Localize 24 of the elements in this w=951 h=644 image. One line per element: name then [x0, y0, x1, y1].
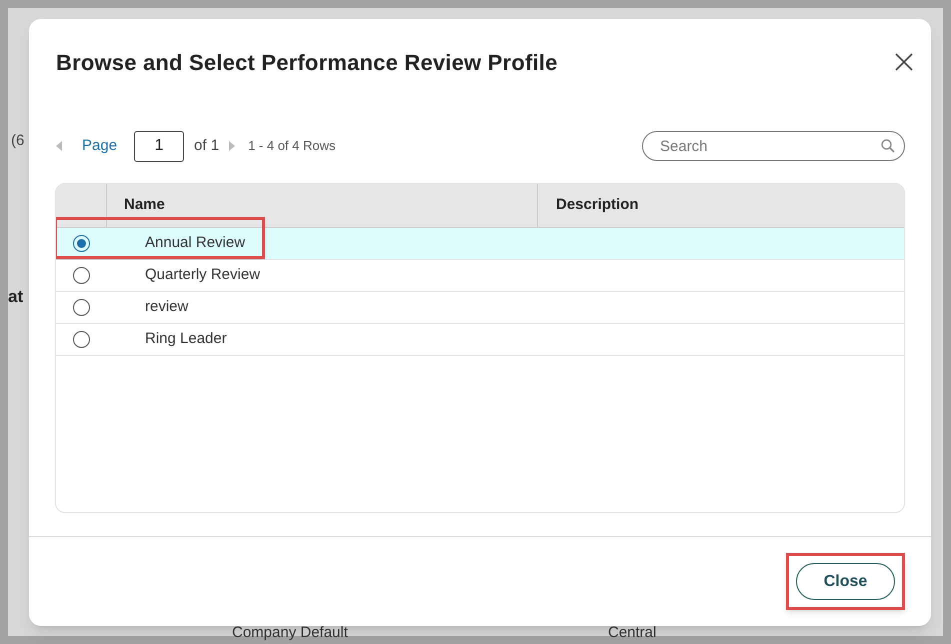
radio-button[interactable]: [73, 299, 90, 316]
dialog-title: Browse and Select Performance Review Profile: [56, 48, 558, 76]
page-count: of 1: [194, 136, 220, 156]
row-count: 1 - 4 of 4 Rows: [248, 137, 336, 156]
table-cell-text: Ring Leader: [145, 329, 227, 350]
table-cell-text: Quarterly Review: [145, 265, 260, 286]
close-icon[interactable]: [893, 51, 915, 73]
column-header[interactable]: Name: [124, 194, 165, 217]
page-link[interactable]: Page: [82, 134, 118, 158]
page-input[interactable]: 1: [134, 130, 184, 162]
background-text: at: [8, 286, 24, 308]
search-icon: [881, 139, 895, 153]
table-row[interactable]: Annual Review: [56, 228, 904, 260]
radio-button[interactable]: [73, 235, 90, 252]
close-button[interactable]: Close: [796, 563, 895, 600]
background-text: Company Default: [232, 623, 348, 643]
column-header[interactable]: Description: [556, 194, 639, 217]
search-field[interactable]: Search: [642, 131, 905, 161]
background-text: Central: [608, 623, 656, 643]
radio-button[interactable]: [73, 331, 90, 348]
radio-button[interactable]: [73, 267, 90, 284]
table-cell-text: review: [145, 297, 188, 318]
background-text: (6: [11, 131, 24, 151]
table-cell-text: Annual Review: [145, 233, 246, 254]
